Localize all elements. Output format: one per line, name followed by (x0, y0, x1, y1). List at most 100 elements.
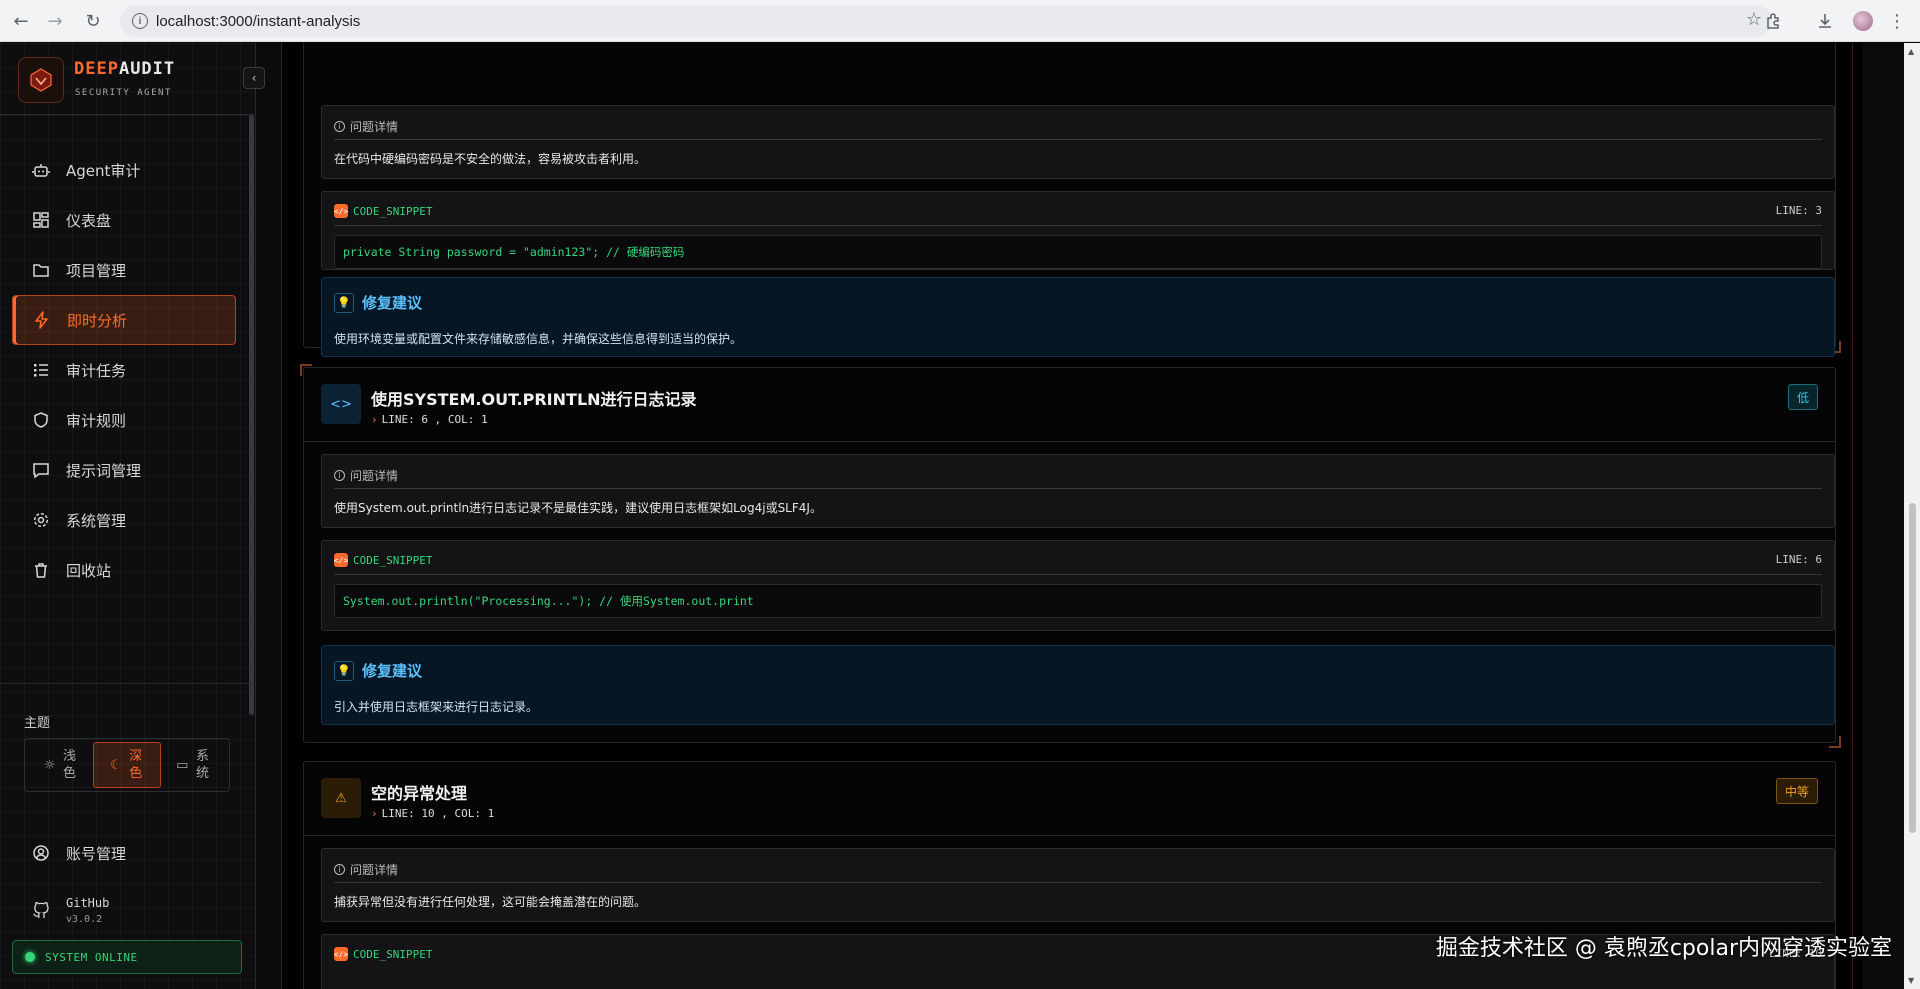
issue-detail-box: i 问题详情 在代码中硬编码密码是不安全的做法，容易被攻击者利用。 (321, 105, 1835, 179)
severity-badge: 中等 (1775, 778, 1818, 804)
fix-text: 引入并使用日志框架来进行日志记录。 (334, 700, 539, 714)
nav-item-prompts[interactable]: 提示词管理 (12, 445, 236, 495)
snippet-title: </> CODE_SNIPPET (333, 204, 433, 218)
scroll-up-icon[interactable]: ▲ (1908, 47, 1914, 56)
divider (304, 441, 1835, 442)
info-icon: i (334, 864, 345, 875)
nav-item-audit-tasks[interactable]: 审计任务 (12, 345, 236, 395)
detail-text: 使用System.out.println进行日志记录不是最佳实践，建议使用日志框… (334, 501, 822, 515)
sun-icon: ☼ (43, 757, 56, 773)
reload-icon[interactable]: ↻ (80, 8, 106, 34)
user-circle-icon (30, 842, 52, 864)
theme-option-light[interactable]: ☼ 浅色 (28, 742, 93, 788)
site-info-icon[interactable]: i (132, 13, 148, 29)
info-icon: i (334, 470, 345, 481)
back-icon[interactable]: ← (8, 8, 34, 34)
moon-icon: ☾ (110, 757, 122, 773)
divider (334, 225, 1822, 226)
issue-card: <> 使用SYSTEM.OUT.PRINTLN进行日志记录 › LINE: 6 ,… (300, 364, 1841, 748)
card-corner-accent (300, 364, 312, 376)
detail-text: 在代码中硬编码密码是不安全的做法，容易被攻击者利用。 (334, 152, 647, 166)
profile-avatar[interactable] (1850, 8, 1876, 34)
nav-label: 项目管理 (66, 261, 127, 280)
nav-label: 账号管理 (66, 844, 127, 863)
nav-item-audit-rules[interactable]: 审计规则 (12, 395, 236, 445)
task-list-icon (30, 359, 52, 381)
code-brackets-icon: <> (321, 384, 361, 424)
logo (18, 57, 64, 103)
theme-option-system[interactable]: ▭ 系统 (161, 742, 226, 788)
detail-text: 捕获异常但没有进行任何处理，这可能会掩盖潜在的问题。 (334, 895, 647, 909)
issue-title: 使用SYSTEM.OUT.PRINTLN进行日志记录 (371, 390, 697, 409)
issue-location: › LINE: 6 , COL: 1 (371, 413, 488, 426)
dashboard-icon (30, 209, 52, 231)
code-line[interactable]: private String password = "admin123"; //… (334, 235, 1822, 269)
issue-detail-box: i 问题详情 捕获异常但没有进行任何处理，这可能会掩盖潜在的问题。 (321, 848, 1835, 922)
nav-item-projects[interactable]: 项目管理 (12, 245, 236, 295)
nav-item-instant-analysis[interactable]: 即时分析 (12, 295, 236, 345)
code-line[interactable]: System.out.println("Processing..."); // … (334, 584, 1822, 618)
detail-title: i 问题详情 (334, 861, 398, 878)
fix-suggestion-box: 💡 修复建议 引入并使用日志框架来进行日志记录。 (321, 645, 1835, 725)
nav-label: 回收站 (66, 561, 112, 580)
address-bar[interactable]: i localhost:3000/instant-analysis ☆ (120, 5, 1772, 37)
fix-suggestion-box: 💡 修复建议 使用环境变量或配置文件来存储敏感信息，并确保这些信息得到适当的保护。 (321, 277, 1835, 357)
browser-toolbar: ← → ↻ i localhost:3000/instant-analysis … (0, 0, 1920, 42)
menu-kebab-icon[interactable]: ⋮ (1884, 8, 1910, 34)
download-icon[interactable] (1812, 8, 1838, 34)
github-icon (30, 899, 52, 921)
extensions-icon[interactable] (1760, 8, 1786, 34)
nav-item-agent-audit[interactable]: Agent审计 (12, 145, 236, 195)
detail-title: i 问题详情 (334, 118, 398, 135)
page-scrollbar[interactable]: ▲ ▼ (1904, 43, 1920, 989)
shield-icon (30, 409, 52, 431)
sidebar-scrollbar[interactable] (249, 115, 254, 715)
lightbulb-icon: 💡 (334, 292, 354, 313)
gear-icon (30, 509, 52, 531)
nav-item-account[interactable]: 账号管理 (12, 828, 236, 878)
nav-item-github[interactable]: GitHub v3.0.2 (12, 886, 236, 934)
snippet-line: LINE: 6 (1775, 553, 1822, 566)
snippet-title: </> CODE_SNIPPET (333, 553, 433, 567)
issue-title: 空的异常处理 (371, 784, 468, 803)
forward-icon[interactable]: → (42, 8, 68, 34)
theme-option-dark[interactable]: ☾ 深色 (93, 742, 161, 788)
lightning-icon (31, 309, 53, 331)
nav-label: 审计任务 (66, 361, 127, 380)
nav-label: 提示词管理 (66, 461, 142, 480)
watermark: 掘金技术社区 @ 袁煦丞cpolar内网穿透实验室 (1435, 936, 1892, 961)
fix-title: 💡 修复建议 (334, 660, 422, 681)
snippet-title: </> CODE_SNIPPET (333, 947, 433, 961)
code-icon: </> (334, 204, 348, 218)
collapse-sidebar-button[interactable]: ‹ (243, 67, 265, 89)
nav-label: Agent审计 (66, 161, 141, 180)
nav-label: 仪表盘 (66, 211, 112, 230)
nav-label: 系统管理 (66, 511, 127, 530)
trash-icon (30, 559, 52, 581)
github-label: GitHub (66, 895, 110, 910)
scrollbar-thumb[interactable] (1909, 503, 1916, 833)
theme-title: 主题 (24, 716, 51, 731)
message-icon (30, 459, 52, 481)
divider (334, 574, 1822, 575)
folder-icon (30, 259, 52, 281)
warning-triangle-icon: ⚠ (321, 778, 361, 818)
nav-item-recycle-bin[interactable]: 回收站 (12, 545, 236, 595)
robot-icon (30, 159, 52, 181)
code-snippet-box: </> CODE_SNIPPET LINE: 6 System.out.print… (321, 540, 1835, 631)
chevron-right-icon: › (371, 413, 378, 426)
brand-name: DEEPAUDIT (74, 59, 176, 79)
nav-item-system[interactable]: 系统管理 (12, 495, 236, 545)
sidebar: DEEPAUDIT SECURITY AGENT ‹ Agent审计 仪表盘 项… (0, 43, 265, 989)
card-corner-accent (1829, 736, 1841, 748)
severity-badge: 低 (1787, 384, 1818, 410)
nav-label: 审计规则 (66, 411, 127, 430)
status-dot (25, 952, 35, 962)
scroll-down-icon[interactable]: ▼ (1908, 976, 1914, 985)
nav-item-dashboard[interactable]: 仪表盘 (12, 195, 236, 245)
main-content: i 问题详情 在代码中硬编码密码是不安全的做法，容易被攻击者利用。 </> CODE… (281, 43, 1862, 989)
divider (304, 835, 1835, 836)
brand-header: DEEPAUDIT SECURITY AGENT (0, 43, 256, 115)
info-icon: i (334, 121, 345, 132)
url-text[interactable]: localhost:3000/instant-analysis (156, 13, 360, 30)
